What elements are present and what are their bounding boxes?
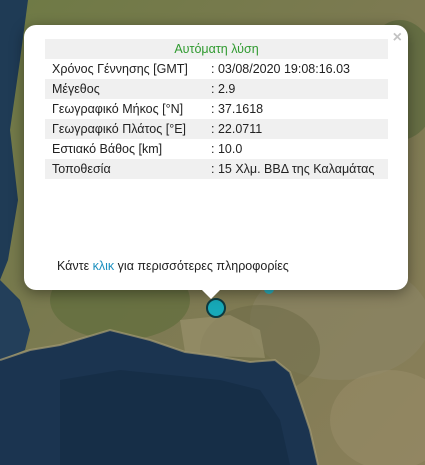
info-value: : 03/08/2020 19:08:16.03	[211, 62, 351, 76]
info-value: : 22.0711	[204, 119, 388, 139]
earthquake-info-table: Αυτόματη λύση Χρόνος Γέννησης [GMT] : 03…	[45, 39, 388, 179]
info-value: : 10.0	[211, 142, 243, 156]
more-info-text: Κάντε κλικ για περισσότερες πληροφορίες	[57, 259, 289, 273]
info-value: : 15 Χλμ. ΒΒΔ της Καλαμάτας	[204, 159, 388, 179]
info-row-location: Τοποθεσία : 15 Χλμ. ΒΒΔ της Καλαμάτας	[45, 159, 388, 179]
more-info-prefix: Κάντε	[57, 259, 93, 273]
info-label: Μέγεθος	[45, 79, 204, 99]
more-info-suffix: για περισσότερες πληροφορίες	[114, 259, 289, 273]
info-row-longitude: Γεωγραφικό Μήκος [°N] : 37.1618	[45, 99, 388, 119]
popup-title: Αυτόματη λύση	[45, 39, 388, 59]
popup-title-row: Αυτόματη λύση	[45, 39, 388, 59]
info-label: Εστιακό Βάθος [km]	[52, 142, 163, 156]
more-info-link[interactable]: κλικ	[93, 259, 115, 273]
info-label: Τοποθεσία	[45, 159, 204, 179]
info-row-magnitude: Μέγεθος : 2.9	[45, 79, 388, 99]
close-icon[interactable]: ×	[393, 29, 402, 47]
info-row-latitude: Γεωγραφικό Πλάτος [°E] : 22.0711	[45, 119, 388, 139]
info-label: Γεωγραφικό Μήκος [°N]	[52, 102, 184, 116]
earthquake-popup: × Αυτόματη λύση Χρόνος Γέννησης [GMT] : …	[24, 25, 408, 290]
info-value: : 37.1618	[211, 102, 264, 116]
earthquake-marker[interactable]	[206, 298, 226, 318]
info-row-depth: Εστιακό Βάθος [km] : 10.0	[45, 139, 388, 159]
info-label: Χρόνος Γέννησης [GMT]	[52, 62, 188, 76]
info-label: Γεωγραφικό Πλάτος [°E]	[45, 119, 204, 139]
info-row-origin-time: Χρόνος Γέννησης [GMT] : 03/08/2020 19:08…	[45, 59, 388, 79]
popup-tip	[200, 288, 222, 299]
info-value: : 2.9	[204, 79, 388, 99]
